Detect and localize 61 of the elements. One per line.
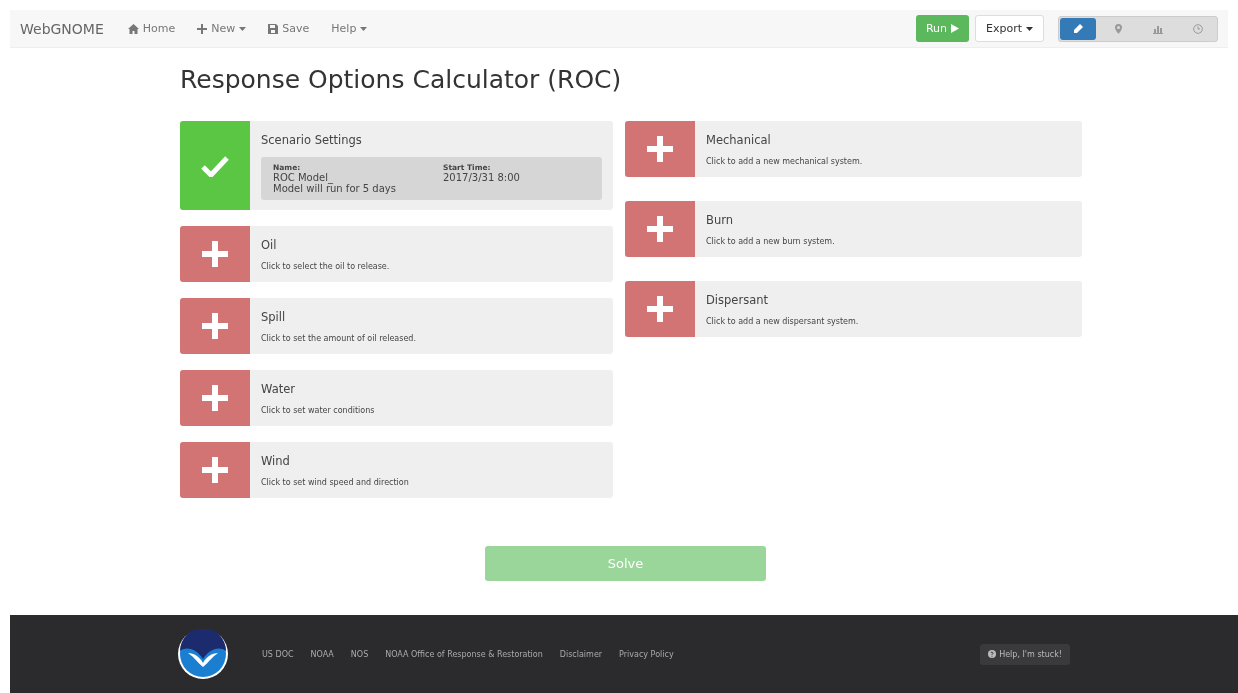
footer-link[interactable]: NOAA Office of Response & Restoration (385, 649, 543, 659)
clock-icon (1193, 23, 1203, 34)
plus-icon (647, 136, 673, 162)
footer-link[interactable]: US DOC (262, 649, 294, 659)
card-title: Oil (261, 238, 278, 252)
card-description: Click to add a new dispersant system. (706, 317, 860, 326)
card-description: Click to set the amount of oil released. (261, 334, 417, 343)
question-icon (988, 650, 997, 658)
card-description: Click to set water conditions (261, 406, 376, 415)
pencil-icon (1073, 23, 1083, 34)
nav-link[interactable]: Home (127, 22, 176, 35)
logo-icon (178, 629, 228, 679)
plus-icon (197, 23, 208, 34)
footer-link[interactable]: Privacy Policy (619, 649, 674, 659)
plus-icon (202, 313, 228, 339)
card-description: Click to set wind speed and direction (261, 478, 410, 487)
home-icon (127, 23, 139, 34)
export-button[interactable]: Export (975, 15, 1044, 42)
card-description: Click to add a new burn system. (706, 237, 836, 246)
step-card[interactable]: Mechanical Click to add a new mechanical system. (625, 121, 1082, 177)
card-description: Click to add a new mechanical system. (706, 157, 864, 166)
plus-icon (647, 216, 673, 242)
field-value: ROC Model_ (273, 172, 334, 183)
step-card[interactable]: Wind Click to set wind speed and direction (180, 442, 613, 498)
check-icon (201, 154, 229, 177)
help-button[interactable]: Help, I'm stuck! (980, 643, 1070, 665)
card-title: Water (261, 382, 296, 396)
bar-chart-icon (1153, 23, 1163, 34)
step-card[interactable]: Burn Click to add a new burn system. (625, 201, 1082, 257)
footer-link[interactable]: NOAA (310, 649, 334, 659)
footer-link[interactable]: NOS (350, 649, 369, 659)
play-icon (951, 24, 959, 33)
page-title: Response Options Calculator (ROC) (180, 65, 623, 94)
view-button[interactable] (1060, 17, 1096, 40)
field-value: Model will run for 5 days (273, 183, 397, 194)
card-title: Dispersant (706, 293, 769, 307)
card-title: Burn (706, 213, 734, 227)
step-card[interactable]: Oil Click to select the oil to release. (180, 226, 613, 282)
card-title: Spill (261, 310, 287, 324)
field-value: 2017/3/31 8:00 (443, 172, 521, 183)
plus-icon (202, 241, 228, 267)
step-card[interactable]: Water Click to set water conditions (180, 370, 613, 426)
caret-icon (360, 26, 368, 31)
card-title: Scenario Settings (261, 133, 363, 147)
nav-link[interactable]: New (197, 22, 247, 35)
plus-icon (202, 385, 228, 411)
card-description: Click to select the oil to release. (261, 262, 391, 271)
nav-link[interactable]: Save (268, 22, 310, 35)
footer-link[interactable]: Disclaimer (559, 649, 603, 659)
caret-icon (1026, 26, 1033, 31)
step-card[interactable]: Dispersant Click to add a new dispersant system. (625, 281, 1082, 337)
plus-icon (647, 296, 673, 322)
brand-name[interactable]: WebGNOME (20, 20, 104, 37)
pin-icon (1114, 23, 1122, 34)
card-title: Wind (261, 454, 291, 468)
step-card[interactable]: Spill Click to set the amount of oil released. (180, 298, 613, 354)
save-icon (268, 23, 279, 34)
plus-icon (202, 457, 228, 483)
caret-icon (239, 26, 247, 31)
nav-link[interactable]: Help (331, 22, 368, 35)
card-title: Mechanical (706, 133, 772, 147)
